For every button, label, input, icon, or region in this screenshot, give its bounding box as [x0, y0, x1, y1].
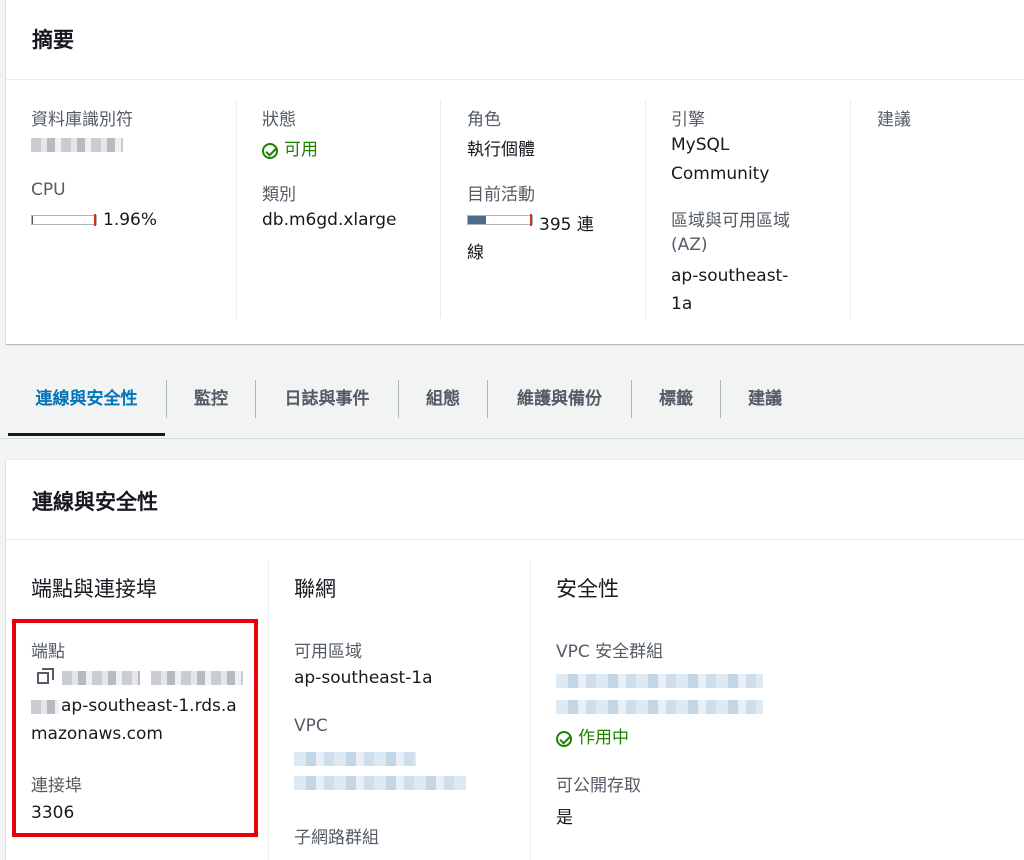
status-text: 可用 — [284, 140, 318, 160]
public-access-value: 是 — [556, 808, 573, 828]
connectivity-title: 連線與安全性 — [32, 490, 158, 514]
summary-col-recommend — [850, 100, 1024, 318]
activity-progress-fill — [468, 216, 486, 224]
endpoint-value-line2: ap-southeast-1.rds.a — [61, 696, 237, 716]
sg-redacted-1[interactable] — [556, 674, 763, 688]
class-value: db.m6gd.xlarge — [262, 210, 397, 230]
region-value-line1: ap-southeast- — [671, 266, 789, 286]
class-label: 類別 — [262, 185, 296, 205]
summary-col-role — [440, 100, 645, 318]
vpc-label: VPC — [294, 716, 328, 736]
tab-tags[interactable]: 標籤 — [632, 360, 720, 438]
vpc-redacted-2 — [294, 776, 466, 790]
endpoint-section-title: 端點與連接埠 — [31, 577, 157, 601]
cpu-progress-bar — [31, 214, 97, 226]
check-circle-icon — [262, 143, 278, 159]
recommend-label: 建議 — [877, 110, 911, 130]
activity-value: 395 連 — [539, 215, 594, 235]
vpc-sg-label: VPC 安全群組 — [556, 642, 664, 662]
networking-section-title: 聯網 — [294, 577, 336, 601]
activity-progress-end — [530, 214, 532, 226]
endpoint-redacted-1 — [62, 671, 140, 685]
endpoint-label: 端點 — [31, 642, 65, 662]
check-circle-icon — [556, 731, 572, 747]
region-label-line1: 區域與可用區域 — [671, 211, 790, 231]
region-label-line2: (AZ) — [671, 235, 708, 255]
activity-value-wrap: 線 — [467, 243, 484, 263]
public-access-label: 可公開存取 — [556, 776, 641, 796]
port-label: 連接埠 — [31, 776, 82, 796]
role-value: 執行個體 — [467, 140, 535, 160]
sg-status: 作用中 — [556, 723, 629, 748]
subnet-group-label: 子網路群組 — [294, 828, 379, 848]
region-value-line2: 1a — [671, 294, 693, 314]
az-value: ap-southeast-1a — [294, 668, 433, 688]
tab-maintenance-backups[interactable]: 維護與備份 — [488, 360, 631, 438]
security-section-title: 安全性 — [556, 577, 619, 601]
status-label: 狀態 — [262, 110, 296, 130]
tab-logs-events[interactable]: 日誌與事件 — [256, 360, 398, 438]
activity-label: 目前活動 — [467, 185, 535, 205]
activity-progress-bar — [467, 214, 533, 226]
summary-col-status — [236, 100, 441, 318]
copy-icon[interactable] — [37, 668, 54, 684]
db-identifier-label: 資料庫識別符 — [31, 110, 133, 130]
engine-value-line1: MySQL — [671, 135, 730, 155]
engine-value-line2: Community — [671, 164, 770, 184]
tab-connectivity-security[interactable]: 連線與安全性 — [8, 360, 165, 438]
cpu-progress-fill — [32, 216, 34, 224]
networking-col — [268, 560, 529, 860]
summary-header: 摘要 — [6, 0, 1024, 80]
az-label: 可用區域 — [294, 642, 362, 662]
tab-configuration[interactable]: 組態 — [399, 360, 487, 438]
tab-recommendations[interactable]: 建議 — [721, 360, 809, 438]
cpu-progress-end — [94, 214, 96, 226]
tab-monitoring[interactable]: 監控 — [167, 360, 255, 438]
sg-status-text: 作用中 — [578, 728, 629, 748]
role-label: 角色 — [467, 110, 501, 130]
endpoint-value-line3: mazonaws.com — [31, 724, 163, 744]
db-identifier-redacted — [31, 138, 123, 152]
status-value: 可用 — [262, 135, 318, 160]
sg-redacted-2[interactable] — [556, 700, 763, 714]
active-tab-indicator — [8, 433, 165, 436]
endpoint-redacted-2 — [151, 671, 243, 685]
connectivity-header: 連線與安全性 — [6, 460, 1024, 540]
cpu-value: 1.96% — [103, 210, 158, 230]
port-value: 3306 — [31, 803, 75, 823]
summary-title: 摘要 — [32, 28, 74, 52]
engine-label: 引擎 — [671, 110, 705, 130]
endpoint-redacted-3 — [31, 700, 59, 714]
cpu-label: CPU — [31, 180, 66, 200]
vpc-redacted-1 — [294, 752, 416, 766]
